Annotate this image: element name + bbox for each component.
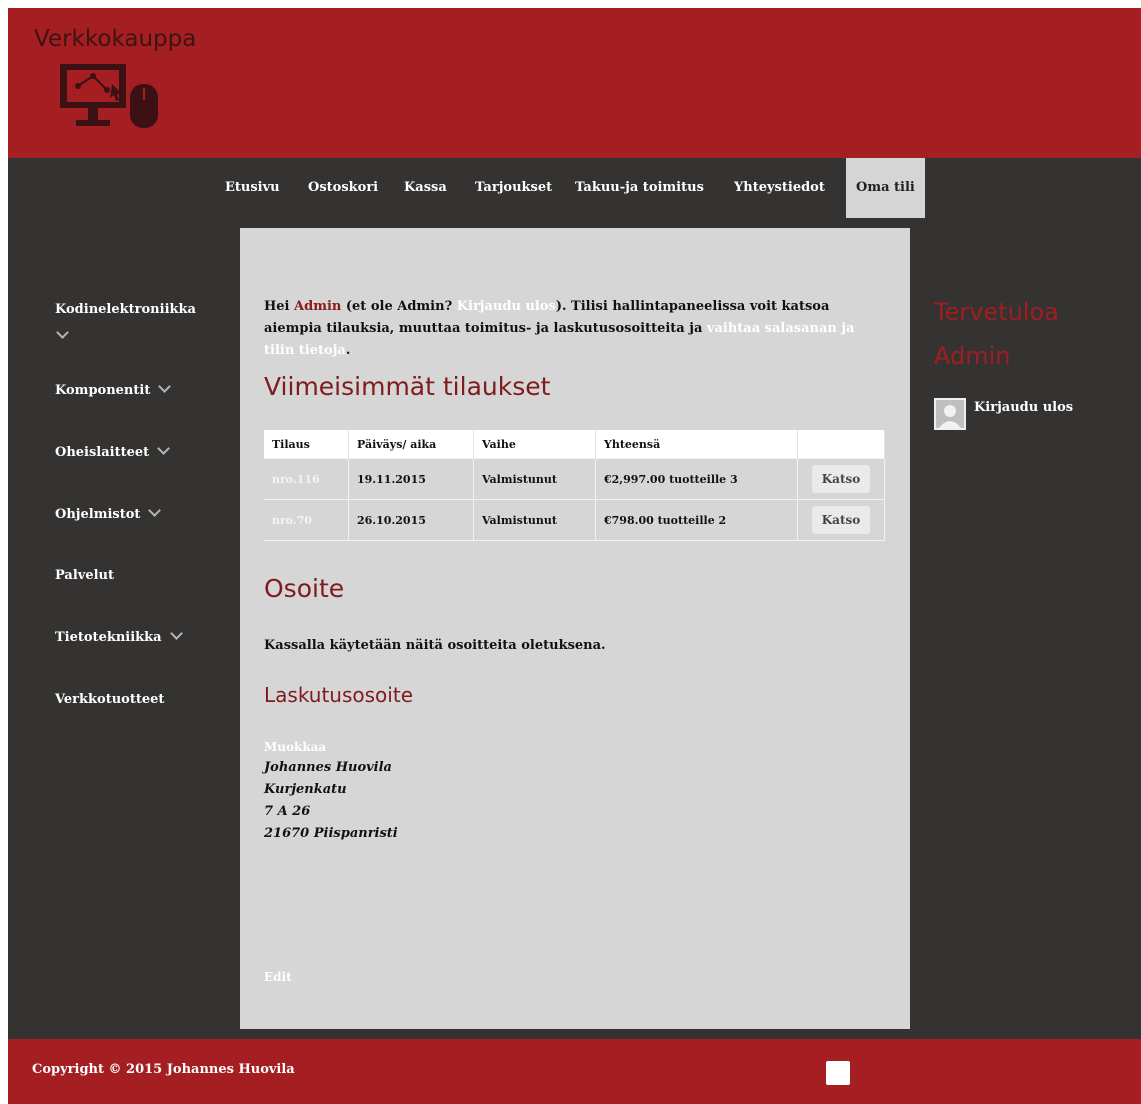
username-text: Admin bbox=[294, 299, 342, 314]
welcome-widget: Tervetuloa Admin bbox=[934, 290, 1104, 378]
sidebar-item-label: Palvelut bbox=[55, 568, 115, 583]
order-total: €2,997.00 tuotteille 3 bbox=[595, 458, 798, 500]
nav-yhteystiedot[interactable]: Yhteystiedot bbox=[734, 158, 825, 218]
nav-kassa[interactable]: Kassa bbox=[404, 158, 447, 218]
copyright-text: Copyright © 2015 Johannes Huovila bbox=[32, 1062, 295, 1077]
order-number-link[interactable]: nro.116 bbox=[264, 458, 349, 500]
column-header: Yhteensä bbox=[595, 430, 798, 459]
address-line: Kurjenkatu bbox=[264, 782, 347, 797]
logout-link[interactable]: Kirjaudu ulos bbox=[457, 299, 556, 314]
edit-address-link[interactable]: Muokkaa bbox=[264, 740, 326, 754]
column-header: Päiväys/ aika bbox=[348, 430, 474, 459]
site-footer: Copyright © 2015 Johannes Huovila bbox=[8, 1039, 1141, 1104]
intro-text: . bbox=[345, 343, 351, 358]
sidebar-item-label: Kodinelektroniikka bbox=[55, 302, 196, 317]
order-number-link[interactable]: nro.70 bbox=[264, 499, 349, 541]
order-action-cell: Katso bbox=[797, 499, 885, 541]
computer-logo-icon[interactable] bbox=[60, 60, 170, 142]
chevron-down-icon[interactable] bbox=[56, 326, 69, 339]
address-line: 7 A 26 bbox=[264, 804, 311, 819]
chevron-down-icon[interactable] bbox=[157, 442, 171, 455]
sidebar-item-label: Komponentit bbox=[55, 383, 151, 398]
view-order-button[interactable]: Katso bbox=[812, 506, 870, 534]
intro-text: Hei bbox=[264, 299, 295, 314]
address-heading: Osoite bbox=[264, 574, 345, 603]
order-action-cell: Katso bbox=[797, 458, 885, 500]
welcome-title: Tervetuloa bbox=[934, 298, 1059, 326]
nav-tarjoukset[interactable]: Tarjoukset bbox=[475, 158, 552, 218]
order-date: 26.10.2015 bbox=[348, 499, 474, 541]
sidebar-item-verkkotuotteet[interactable]: Verkkotuotteet bbox=[55, 692, 164, 707]
sidebar-item-label: Ohjelmistot bbox=[55, 507, 141, 522]
table-header-row: Tilaus Päiväys/ aika Vaihe Yhteensä bbox=[264, 430, 885, 459]
sidebar-item-komponentit[interactable]: Komponentit bbox=[55, 380, 172, 398]
site-title[interactable]: Verkkokauppa bbox=[34, 26, 196, 52]
sidebar-item-label: Oheislaitteet bbox=[55, 445, 150, 460]
page-frame: Verkkokauppa Etusivu Ostoskori Kassa Tar… bbox=[8, 8, 1141, 1104]
column-header: Vaihe bbox=[473, 430, 596, 459]
table-row: nro.70 26.10.2015 Valmistunut €798.00 tu… bbox=[264, 499, 885, 541]
sidebar-item-label: Verkkotuotteet bbox=[55, 692, 165, 707]
sidebar-logout-link[interactable]: Kirjaudu ulos bbox=[974, 400, 1073, 415]
address-line: Johannes Huovila bbox=[264, 760, 392, 775]
account-content: Hei Admin (et ole Admin? Kirjaudu ulos).… bbox=[240, 228, 910, 1029]
table-row: nro.116 19.11.2015 Valmistunut €2,997.00… bbox=[264, 458, 885, 500]
welcome-username: Admin bbox=[934, 342, 1011, 370]
account-intro: Hei Admin (et ole Admin? Kirjaudu ulos).… bbox=[264, 296, 884, 362]
order-status: Valmistunut bbox=[473, 458, 596, 500]
edit-page-link[interactable]: Edit bbox=[264, 970, 292, 984]
sidebar-item-oheislaitteet[interactable]: Oheislaitteet bbox=[55, 442, 171, 460]
sidebar-item-ohjelmistot[interactable]: Ohjelmistot bbox=[55, 504, 162, 522]
order-status: Valmistunut bbox=[473, 499, 596, 541]
column-header: Tilaus bbox=[264, 430, 349, 459]
sidebar-item-palvelut[interactable]: Palvelut bbox=[55, 568, 114, 583]
chevron-down-icon[interactable] bbox=[148, 504, 162, 517]
nav-ostoskori[interactable]: Ostoskori bbox=[308, 158, 378, 218]
address-note: Kassalla käytetään näitä osoitteita olet… bbox=[264, 638, 606, 653]
nav-etusivu[interactable]: Etusivu bbox=[225, 158, 280, 218]
nav-oma-tili[interactable]: Oma tili bbox=[846, 158, 925, 218]
column-header-actions bbox=[797, 430, 885, 459]
footer-square-icon[interactable] bbox=[826, 1061, 850, 1085]
chevron-down-icon[interactable] bbox=[169, 627, 183, 640]
address-line: 21670 Piispanristi bbox=[264, 826, 398, 841]
user-avatar-icon bbox=[939, 405, 961, 428]
chevron-down-icon[interactable] bbox=[158, 380, 172, 393]
avatar[interactable] bbox=[934, 398, 966, 430]
recent-orders-heading: Viimeisimmät tilaukset bbox=[264, 372, 551, 401]
order-total: €798.00 tuotteille 2 bbox=[595, 499, 798, 541]
sidebar-item-label: Tietotekniikka bbox=[55, 630, 162, 645]
orders-table: Tilaus Päiväys/ aika Vaihe Yhteensä nro.… bbox=[264, 430, 885, 541]
site-header: Verkkokauppa bbox=[8, 8, 1141, 158]
nav-takuu-ja-toimitus[interactable]: Takuu-ja toimitus bbox=[575, 158, 704, 218]
main-navigation: Etusivu Ostoskori Kassa Tarjoukset Takuu… bbox=[8, 158, 1141, 220]
sidebar-item-kodinelektroniikka[interactable]: Kodinelektroniikka bbox=[55, 302, 196, 340]
billing-address-heading: Laskutusosoite bbox=[264, 683, 413, 707]
intro-text: (et ole Admin? bbox=[341, 299, 457, 314]
view-order-button[interactable]: Katso bbox=[812, 465, 870, 493]
order-date: 19.11.2015 bbox=[348, 458, 474, 500]
sidebar-item-tietotekniikka[interactable]: Tietotekniikka bbox=[55, 627, 183, 645]
